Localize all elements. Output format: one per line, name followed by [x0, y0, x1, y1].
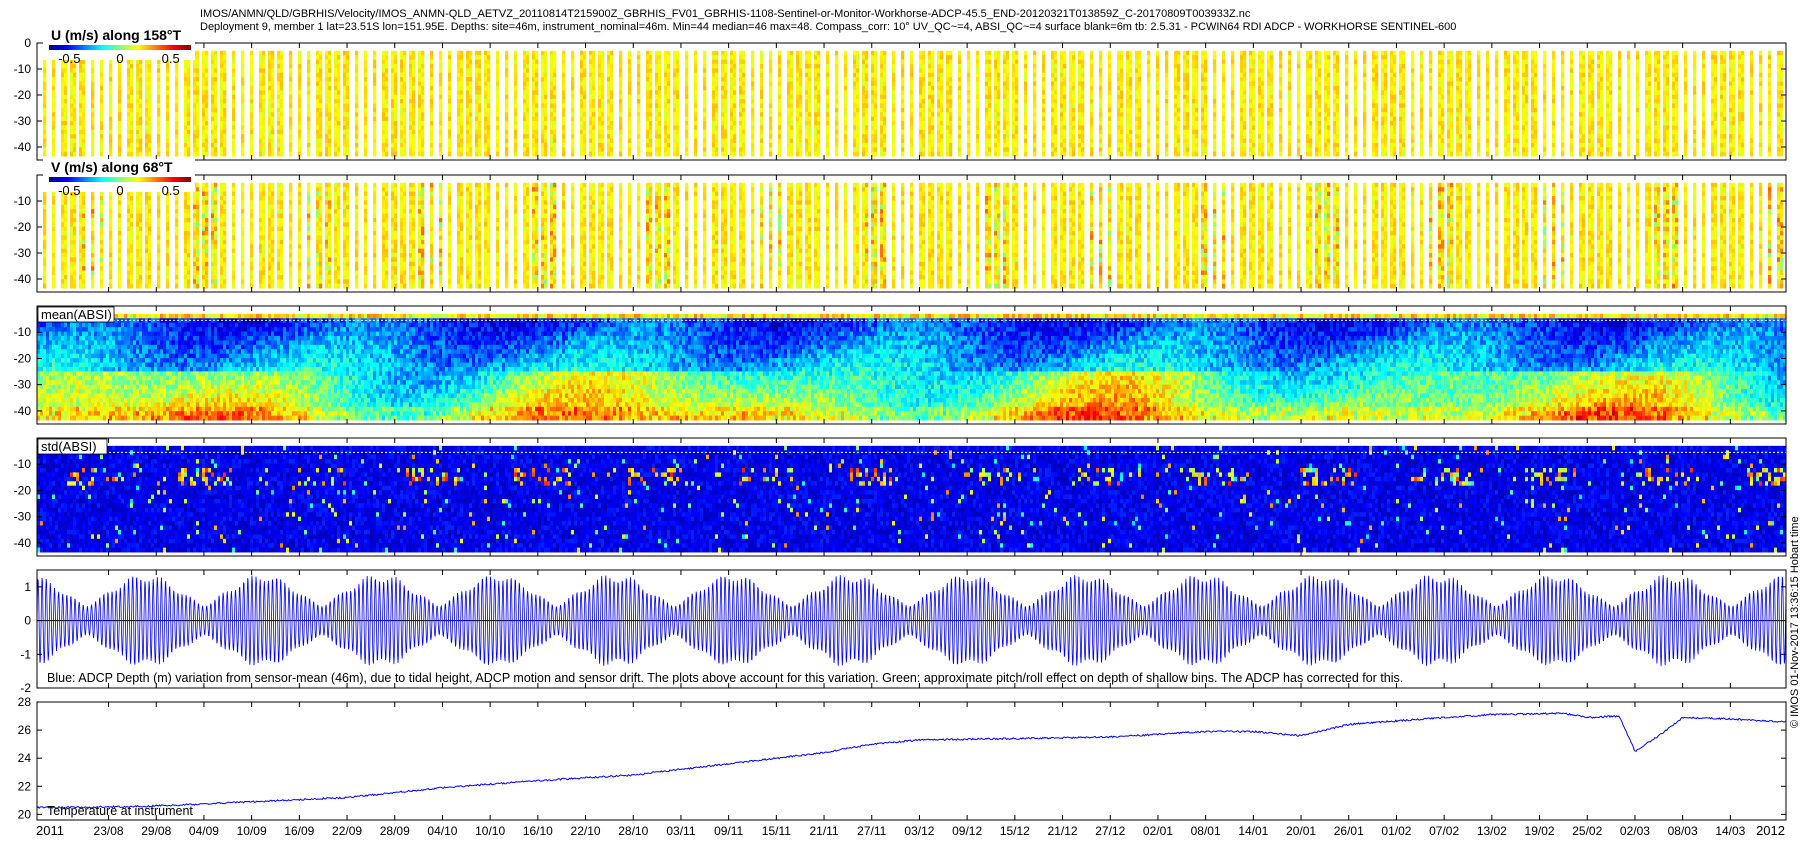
y-tick-label: 0 — [24, 36, 31, 50]
x-tick-label: 23/08 — [94, 824, 124, 838]
x-tick-label: 08/03 — [1668, 824, 1698, 838]
x-tick-label: 16/10 — [523, 824, 553, 838]
x-year-label: 2012 — [1756, 823, 1785, 838]
x-tick-label: 08/01 — [1191, 824, 1221, 838]
colorbar — [49, 177, 191, 182]
colorbar-tick-label: -0.5 — [58, 51, 80, 66]
credit-label: © IMOS 01-Nov-2017 13:36:15 Hobart time — [1789, 516, 1800, 728]
tide-plot — [37, 575, 1786, 667]
y-tick-label: -1 — [20, 647, 31, 661]
heatmap-image — [37, 43, 1786, 160]
x-tick-label: 09/12 — [952, 824, 982, 838]
figure-canvas: 0-10-20-30-40U (m/s) along 158°T-0.5 0 0.5… — [14, 27, 1787, 838]
x-tick-label: 21/12 — [1048, 824, 1078, 838]
panel-title: std(ABSI) — [41, 439, 97, 454]
y-tick-label: -30 — [14, 246, 32, 260]
y-tick-label: 20 — [18, 807, 32, 821]
x-tick-label: 20/01 — [1286, 824, 1316, 838]
panel-title: mean(ABSI) — [41, 307, 112, 322]
x-tick-label: 16/09 — [284, 824, 314, 838]
x-tick-label: 28/10 — [618, 824, 648, 838]
x-tick-label: 22/09 — [332, 824, 362, 838]
x-tick-label: 21/11 — [809, 824, 838, 838]
y-tick-label: -10 — [14, 62, 32, 76]
y-tick-label: -40 — [14, 140, 32, 154]
panel-title: U (m/s) along 158°T — [51, 27, 182, 43]
heatmap-image — [37, 438, 1786, 556]
heatmap-image — [37, 175, 1786, 292]
x-tick-label: 04/09 — [189, 824, 219, 838]
heatmap-image — [37, 306, 1786, 424]
temperature-plot — [37, 712, 1786, 809]
x-tick-label: 02/03 — [1620, 824, 1650, 838]
x-tick-label: 22/10 — [571, 824, 601, 838]
colorbar-tick-label: 0 — [116, 183, 123, 198]
y-tick-label: 22 — [18, 779, 32, 793]
x-tick-label: 25/02 — [1572, 824, 1602, 838]
colorbar — [49, 45, 191, 50]
x-tick-label: 03/12 — [904, 824, 934, 838]
y-tick-label: -30 — [14, 510, 32, 524]
x-tick-label: 19/02 — [1525, 824, 1555, 838]
temperature-annotation: Temperature at instrument — [47, 804, 193, 818]
y-tick-label: -20 — [14, 483, 32, 497]
x-tick-label: 04/10 — [427, 824, 457, 838]
y-tick-label: -40 — [14, 536, 32, 550]
y-tick-label: -30 — [14, 114, 32, 128]
colorbar-tick-label: -0.5 — [58, 183, 80, 198]
x-tick-label: 15/12 — [1000, 824, 1030, 838]
y-tick-label: -10 — [14, 457, 32, 471]
panel-title: V (m/s) along 68°T — [51, 159, 173, 175]
depth-annotation: Blue: ADCP Depth (m) variation from sens… — [47, 671, 1403, 685]
y-tick-label: -40 — [14, 272, 32, 286]
x-tick-label: 07/02 — [1429, 824, 1459, 838]
x-tick-label: 14/01 — [1238, 824, 1268, 838]
y-tick-label: 24 — [18, 751, 32, 765]
y-tick-label: -20 — [14, 351, 32, 365]
y-tick-label: 28 — [18, 695, 32, 709]
y-tick-label: -20 — [14, 220, 32, 234]
x-tick-label: 13/02 — [1477, 824, 1507, 838]
colorbar-tick-label: 0.5 — [162, 51, 180, 66]
x-tick-label: 14/03 — [1715, 824, 1745, 838]
x-tick-label: 10/09 — [237, 824, 267, 838]
y-tick-label: -40 — [14, 404, 32, 418]
x-tick-label: 29/08 — [141, 824, 171, 838]
x-tick-label: 09/11 — [714, 824, 743, 838]
plot-frame — [36, 701, 1787, 821]
colorbar-tick-label: 0 — [116, 51, 123, 66]
y-tick-label: -10 — [14, 325, 32, 339]
x-tick-label: 27/11 — [857, 824, 886, 838]
temperature-line — [37, 712, 1786, 809]
y-tick-label: -10 — [14, 194, 32, 208]
x-tick-label: 27/12 — [1095, 824, 1125, 838]
colorbar-tick-label: 0.5 — [162, 183, 180, 198]
x-tick-label: 28/09 — [380, 824, 410, 838]
x-tick-label: 15/11 — [762, 824, 791, 838]
x-tick-label: 10/10 — [475, 824, 505, 838]
x-tick-label: 01/02 — [1381, 824, 1411, 838]
y-tick-label: 1 — [24, 580, 31, 594]
y-tick-label: 26 — [18, 723, 32, 737]
y-tick-label: -2 — [20, 681, 31, 695]
x-year-label: 2011 — [36, 823, 64, 838]
y-tick-label: -30 — [14, 378, 32, 392]
x-tick-label: 02/01 — [1143, 824, 1173, 838]
x-tick-label: 26/01 — [1334, 824, 1364, 838]
y-tick-label: -20 — [14, 88, 32, 102]
y-tick-label: 0 — [24, 614, 31, 628]
x-tick-label: 03/11 — [666, 824, 695, 838]
